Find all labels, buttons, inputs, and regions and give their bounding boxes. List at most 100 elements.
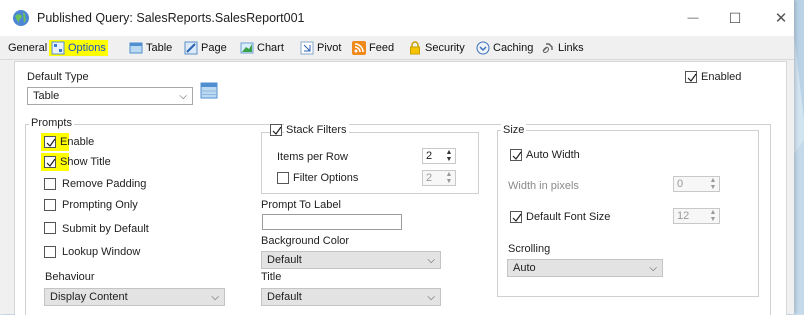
auto-width-label: Auto Width [526, 149, 580, 161]
tab-general-label: General [8, 42, 48, 54]
close-button[interactable]: ✕ [768, 6, 794, 30]
title-field-label: Title [261, 271, 282, 283]
caching-icon [476, 41, 490, 55]
tab-links-label: Links [558, 42, 584, 54]
items-per-row-value: 2 [426, 150, 433, 162]
prompting-only-label: Prompting Only [62, 199, 138, 211]
enable-checkbox[interactable] [44, 136, 56, 148]
prompts-title: Prompts [29, 117, 74, 129]
filter-options-value: 2 [426, 172, 433, 184]
pivot-icon [300, 41, 314, 55]
chart-icon [240, 42, 254, 54]
stepper-arrows-icon[interactable]: ▲ ▼ [445, 171, 453, 185]
tab-general[interactable]: General [8, 40, 47, 56]
prompt-to-label-input[interactable] [262, 214, 402, 230]
default-type-label: Default Type [27, 71, 89, 83]
tab-chart-label: Chart [257, 42, 284, 54]
default-font-size-checkbox[interactable] [510, 211, 522, 223]
chevron-down-icon: ⌵ [179, 91, 187, 102]
prompt-to-label-label: Prompt To Label [261, 199, 341, 211]
width-in-pixels-stepper[interactable]: 0 ▲ ▼ [673, 176, 720, 192]
background-color-select[interactable]: Default ⌵ [261, 251, 441, 269]
lookup-window-label: Lookup Window [62, 246, 141, 258]
behaviour-value: Display Content [50, 291, 128, 303]
title-field-value: Default [267, 291, 302, 303]
show-title-checkbox[interactable] [44, 156, 56, 168]
options-panel: Default Type Table ⌵ Enabled Prompts Ena… [14, 61, 787, 315]
tab-security[interactable]: Security [408, 40, 465, 56]
remove-padding-checkbox[interactable] [44, 178, 56, 190]
enabled-checkbox[interactable] [685, 71, 697, 83]
prompting-only-checkbox[interactable] [44, 199, 56, 211]
auto-width-checkbox[interactable] [510, 149, 522, 161]
tab-caching-label: Caching [493, 42, 534, 54]
window-title: Published Query: SalesReports.SalesRepor… [37, 11, 305, 25]
minimize-icon: — [687, 12, 699, 24]
tab-pivot-label: Pivot [317, 42, 342, 54]
published-query-window: Published Query: SalesReports.SalesRepor… [0, 0, 794, 315]
tab-strip: General Options Table Page Chart Pivot F… [0, 37, 794, 60]
stack-filters-checkbox[interactable] [270, 124, 282, 136]
stepper-arrows-icon[interactable]: ▲ ▼ [445, 149, 453, 163]
font-size-stepper[interactable]: 12 ▲ ▼ [673, 208, 720, 224]
tab-feed-label: Feed [369, 42, 395, 54]
chevron-down-icon: ⌵ [427, 255, 435, 266]
size-title: Size [501, 124, 527, 136]
background-color-label: Background Color [261, 235, 350, 247]
behaviour-label: Behaviour [45, 271, 95, 283]
default-type-select[interactable]: Table ⌵ [27, 87, 193, 105]
scrolling-label: Scrolling [508, 243, 551, 255]
tab-table[interactable]: Table [129, 40, 172, 56]
tab-feed[interactable]: Feed [352, 40, 394, 56]
options-icon [51, 41, 65, 55]
submit-by-default-label: Submit by Default [62, 223, 149, 235]
lookup-window-checkbox[interactable] [44, 246, 56, 258]
table-icon [129, 42, 143, 54]
items-per-row-stepper[interactable]: 2 ▲ ▼ [422, 148, 456, 164]
tab-table-label: Table [146, 42, 173, 54]
tab-page[interactable]: Page [184, 40, 227, 56]
items-per-row-label: Items per Row [277, 151, 348, 163]
table-type-icon[interactable] [200, 82, 218, 99]
maximize-icon: ☐ [728, 9, 742, 26]
globe-app-icon [13, 10, 29, 26]
font-size-value: 12 [677, 210, 690, 222]
tab-chart[interactable]: Chart [240, 40, 284, 56]
background-color-value: Default [267, 254, 302, 266]
width-in-pixels-value: 0 [677, 178, 684, 190]
remove-padding-label: Remove Padding [62, 178, 147, 190]
filter-options-checkbox[interactable] [277, 172, 289, 184]
chevron-down-icon: ⌵ [211, 292, 219, 303]
filter-options-stepper[interactable]: 2 ▲ ▼ [422, 170, 456, 186]
enable-label: Enable [60, 136, 95, 148]
chevron-down-icon: ⌵ [649, 263, 657, 274]
width-in-pixels-label: Width in pixels [508, 180, 579, 192]
filter-options-label: Filter Options [293, 172, 359, 184]
tab-security-label: Security [425, 42, 465, 54]
tab-options[interactable]: Options [49, 40, 108, 56]
page-icon [184, 41, 198, 55]
stepper-arrows-icon[interactable]: ▲ ▼ [709, 209, 717, 223]
stepper-arrows-icon[interactable]: ▲ ▼ [709, 177, 717, 191]
close-icon: ✕ [774, 10, 788, 27]
show-title-label: Show Title [60, 156, 111, 168]
tab-page-label: Page [201, 42, 227, 54]
maximize-button[interactable]: ☐ [722, 6, 748, 30]
tab-caching[interactable]: Caching [476, 40, 533, 56]
scrolling-value: Auto [513, 262, 536, 274]
behaviour-select[interactable]: Display Content ⌵ [44, 288, 225, 306]
minimize-button[interactable]: — [680, 6, 706, 30]
enabled-label: Enabled [701, 71, 742, 83]
tab-pivot[interactable]: Pivot [300, 40, 341, 56]
default-type-value: Table [33, 90, 60, 102]
tab-links[interactable]: Links [541, 40, 584, 56]
rss-feed-icon [352, 41, 366, 55]
title-field-select[interactable]: Default ⌵ [261, 288, 441, 306]
lock-icon [410, 41, 420, 55]
submit-by-default-checkbox[interactable] [44, 222, 56, 234]
default-font-size-label: Default Font Size [526, 211, 611, 223]
title-bar: Published Query: SalesReports.SalesRepor… [0, 0, 794, 36]
link-icon [542, 43, 553, 54]
scrolling-select[interactable]: Auto ⌵ [507, 259, 663, 277]
chevron-down-icon: ⌵ [427, 292, 435, 303]
